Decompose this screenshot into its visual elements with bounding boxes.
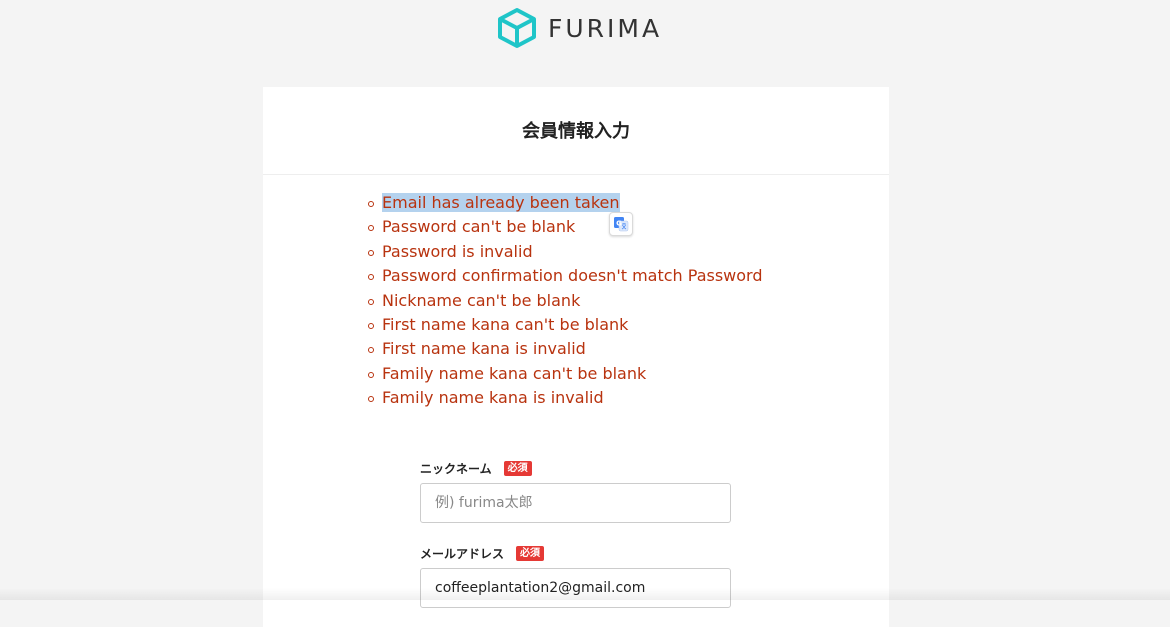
required-badge: 必須 <box>503 461 532 476</box>
error-messages-list: Email has already been taken Password ca… <box>368 191 763 411</box>
bullet-icon <box>368 201 374 207</box>
svg-text:G: G <box>616 220 622 228</box>
brand-name: FURIMA <box>548 13 663 43</box>
furima-logo[interactable]: FURIMA <box>496 6 662 50</box>
required-badge: 必須 <box>516 546 545 561</box>
nickname-label-text: ニックネーム <box>420 462 492 476</box>
error-message: Password is invalid <box>368 240 763 264</box>
nickname-label: ニックネーム 必須 <box>420 460 532 477</box>
bullet-icon <box>368 347 374 354</box>
viewport-edge-shadow <box>0 588 1170 600</box>
bullet-icon <box>368 396 374 403</box>
error-message: First name kana can't be blank <box>368 313 763 337</box>
bullet-icon <box>368 249 374 256</box>
error-message: Password confirmation doesn't match Pass… <box>368 264 763 288</box>
error-message: First name kana is invalid <box>368 337 763 361</box>
error-message: Nickname can't be blank <box>368 289 763 313</box>
cube-logo-icon <box>498 8 536 48</box>
error-message: Email has already been taken <box>368 191 763 215</box>
nickname-input[interactable] <box>420 483 731 523</box>
card-header: 会員情報入力 <box>263 87 889 175</box>
bullet-icon <box>368 225 374 232</box>
bullet-icon <box>368 371 374 378</box>
error-message: Family name kana can't be blank <box>368 362 763 386</box>
translate-icon[interactable]: G <box>609 212 633 236</box>
email-label: メールアドレス 必須 <box>420 545 545 562</box>
header: FURIMA <box>0 0 1170 56</box>
google-translate-icon: G <box>614 217 629 232</box>
registration-form-card: 会員情報入力 Email has already been taken Pass… <box>263 87 889 627</box>
bullet-icon <box>368 322 374 329</box>
bullet-icon <box>368 274 374 281</box>
error-message: Family name kana is invalid <box>368 386 763 410</box>
page-title: 会員情報入力 <box>522 121 630 142</box>
bullet-icon <box>368 298 374 305</box>
error-message: Password can't be blank <box>368 215 763 239</box>
email-label-text: メールアドレス <box>420 547 505 561</box>
